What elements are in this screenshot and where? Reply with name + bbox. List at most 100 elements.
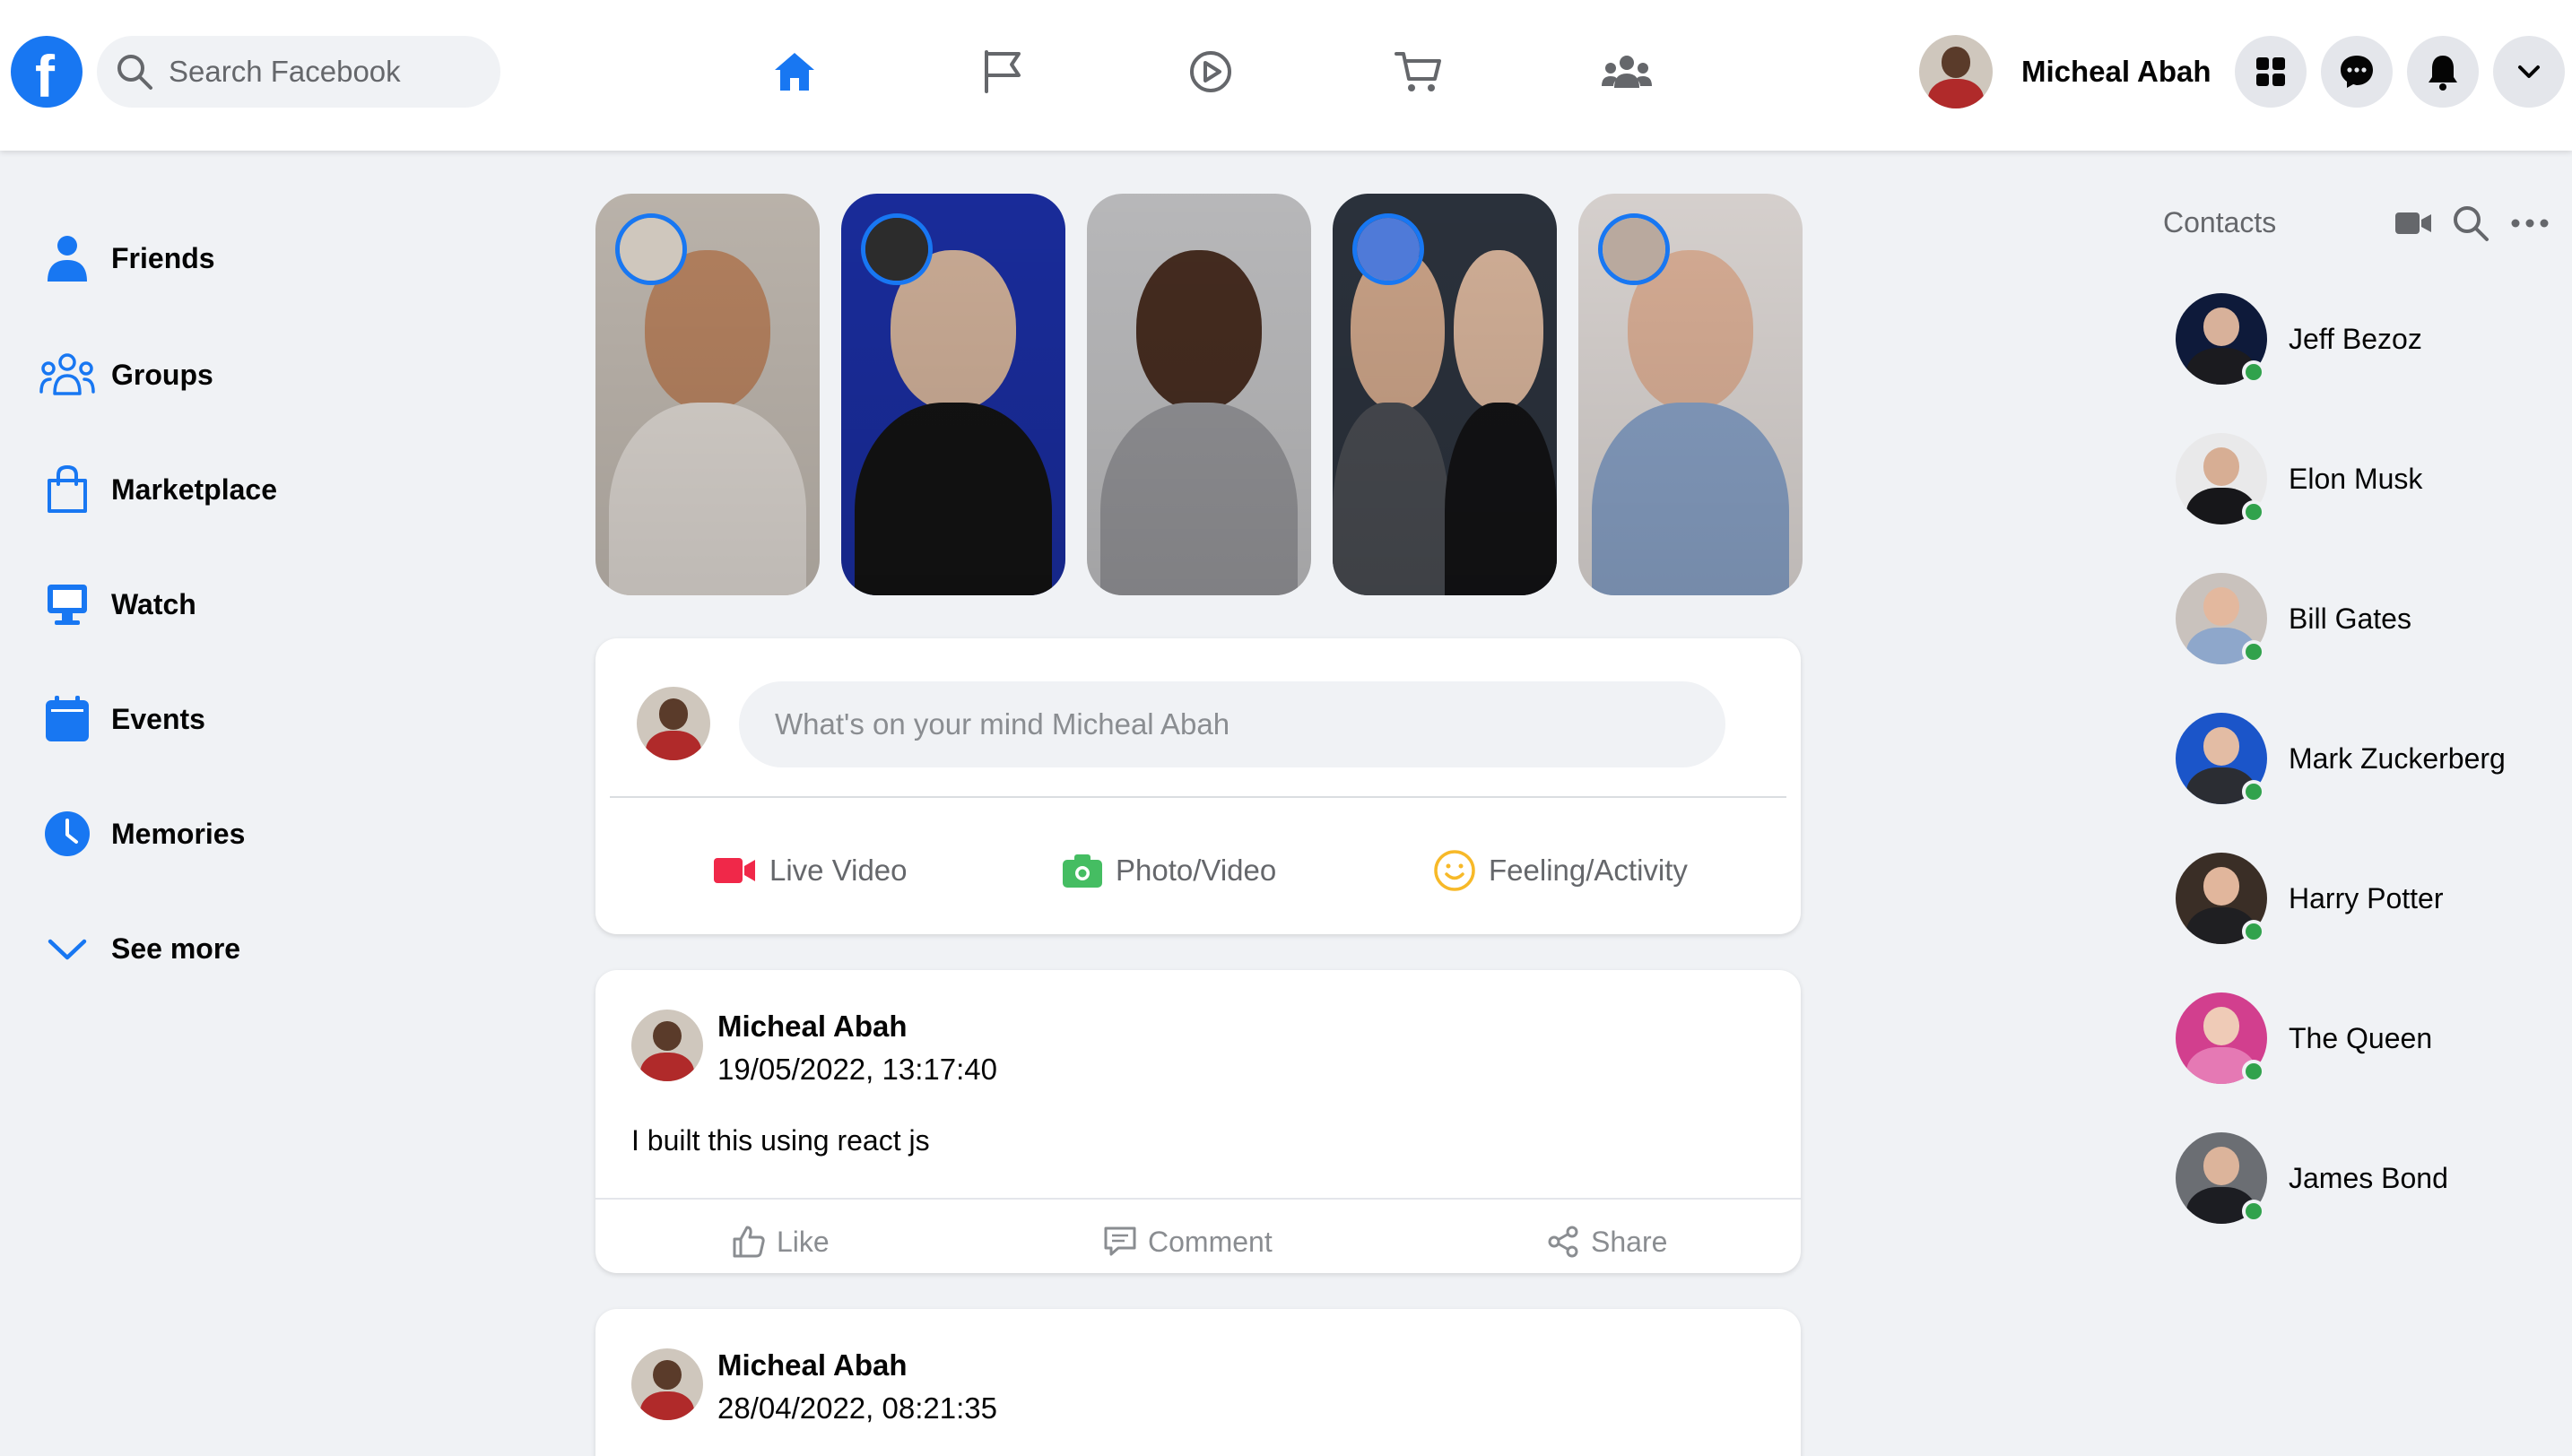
post-author[interactable]: Micheal Abah [717,1348,908,1382]
messenger-icon[interactable] [2321,36,2393,108]
apps-grid-icon[interactable] [2235,36,2307,108]
feed-post: Micheal Abah 19/05/2022, 13:17:40 I buil… [595,970,1801,1273]
facebook-logo-icon[interactable]: f [11,36,83,108]
comment-icon [1104,1226,1136,1256]
sidebar-item-see-more[interactable]: See more [36,913,466,984]
groups-icon[interactable] [1582,36,1672,108]
contact-name: Harry Potter [2289,881,2444,914]
story-card[interactable] [841,194,1065,595]
action-label: Like [777,1225,830,1258]
action-label: Feeling/Activity [1489,854,1688,887]
photo-video-button[interactable]: Photo/Video [1062,832,1276,909]
search-icon[interactable] [2448,201,2493,246]
contact-name: James Bond [2289,1161,2448,1194]
contact-name: Jeff Bezoz [2289,322,2422,355]
camera-icon [1063,854,1102,888]
sidebar-item-label: See more [111,932,241,965]
like-button[interactable]: Like [732,1210,830,1273]
feed-post: Micheal Abah 28/04/2022, 08:21:35 [595,1309,1801,1456]
contact-name: Mark Zuckerberg [2289,741,2506,775]
sidebar-item-memories[interactable]: Memories [36,798,466,870]
search-bar[interactable] [97,36,500,108]
story-avatar [615,213,687,285]
search-input[interactable] [169,55,474,89]
contact-item[interactable]: Bill Gates [2176,572,2552,665]
top-navbar: f Search Facebook Micheal Abah [0,0,2572,151]
sidebar-item-label: Memories [111,817,246,850]
post-author[interactable]: Micheal Abah [717,1010,908,1044]
divider [595,1198,1801,1200]
sidebar-item-label: Marketplace [111,472,277,506]
bell-icon[interactable] [2407,36,2479,108]
video-play-icon[interactable] [1166,36,1256,108]
divider [610,796,1786,798]
avatar [631,1010,703,1081]
contact-item[interactable]: Mark Zuckerberg [2176,712,2552,805]
online-status-dot [2242,360,2265,384]
contact-item[interactable]: Harry Potter [2176,852,2552,945]
live-video-icon [714,858,755,883]
svg-text:f: f [35,43,56,108]
sidebar-item-groups[interactable]: Groups [36,339,466,411]
calendar-icon [36,688,99,750]
post-timestamp: 19/05/2022, 13:17:40 [717,1053,997,1086]
story-card[interactable] [1578,194,1803,595]
contact-item[interactable]: The Queen [2176,992,2552,1085]
contact-name: Bill Gates [2289,602,2411,635]
online-status-dot [2242,500,2265,524]
online-status-dot [2242,920,2265,943]
sidebar-item-label: Groups [111,358,213,391]
video-camera-icon[interactable] [2391,201,2436,246]
contact-item[interactable]: Elon Musk [2176,432,2552,525]
status-input[interactable] [739,681,1725,767]
online-status-dot [2242,780,2265,803]
action-label: Comment [1148,1225,1273,1258]
sidebar-item-label: Events [111,702,205,735]
sidebar-item-label: Friends [111,241,215,274]
monitor-icon [36,573,99,636]
sidebar-item-marketplace[interactable]: Marketplace [36,454,466,525]
home-icon[interactable] [750,36,839,108]
contact-item[interactable]: James Bond [2176,1131,2552,1225]
sidebar-item-friends[interactable]: Friends [36,222,466,294]
comment-button[interactable]: Comment [1103,1210,1273,1273]
story-card[interactable] [595,194,820,595]
share-icon [1548,1226,1578,1258]
friends-icon [36,227,99,290]
online-status-dot [2242,640,2265,663]
clock-icon [36,802,99,865]
story-avatar [1352,213,1424,285]
post-timestamp: 28/04/2022, 08:21:35 [717,1391,997,1425]
cart-icon[interactable] [1374,36,1464,108]
action-label: Live Video [769,854,908,887]
online-status-dot [2242,1200,2265,1223]
story-card[interactable] [1333,194,1557,595]
more-dots-icon[interactable] [2507,201,2552,246]
story-card[interactable] [1087,194,1311,595]
profile-chip[interactable]: Micheal Abah [1919,34,2211,109]
sidebar-item-watch[interactable]: Watch [36,568,466,640]
story-avatar [861,213,933,285]
post-text: I built this using react js [631,1124,930,1157]
search-icon [117,55,152,90]
chevron-down-icon[interactable] [2493,36,2565,108]
sidebar-item-events[interactable]: Events [36,683,466,755]
avatar [631,1348,703,1420]
sidebar-item-label: Watch [111,587,196,620]
action-label: Photo/Video [1116,854,1277,887]
action-label: Share [1591,1225,1668,1258]
contacts-heading: Contacts [2163,206,2277,238]
online-status-dot [2242,1060,2265,1083]
groups-icon [36,343,99,406]
contact-item[interactable]: Jeff Bezoz [2176,292,2552,386]
thumbs-up-icon [733,1226,765,1258]
avatar [637,687,710,760]
chevron-down-icon [36,917,99,980]
profile-name: Micheal Abah [2021,55,2211,88]
contact-name: Elon Musk [2289,462,2423,495]
feeling-activity-button[interactable]: Feeling/Activity [1433,832,1688,909]
live-video-button[interactable]: Live Video [712,832,908,909]
smiley-icon [1434,850,1475,891]
flag-icon[interactable] [958,36,1047,108]
share-button[interactable]: Share [1546,1210,1667,1273]
